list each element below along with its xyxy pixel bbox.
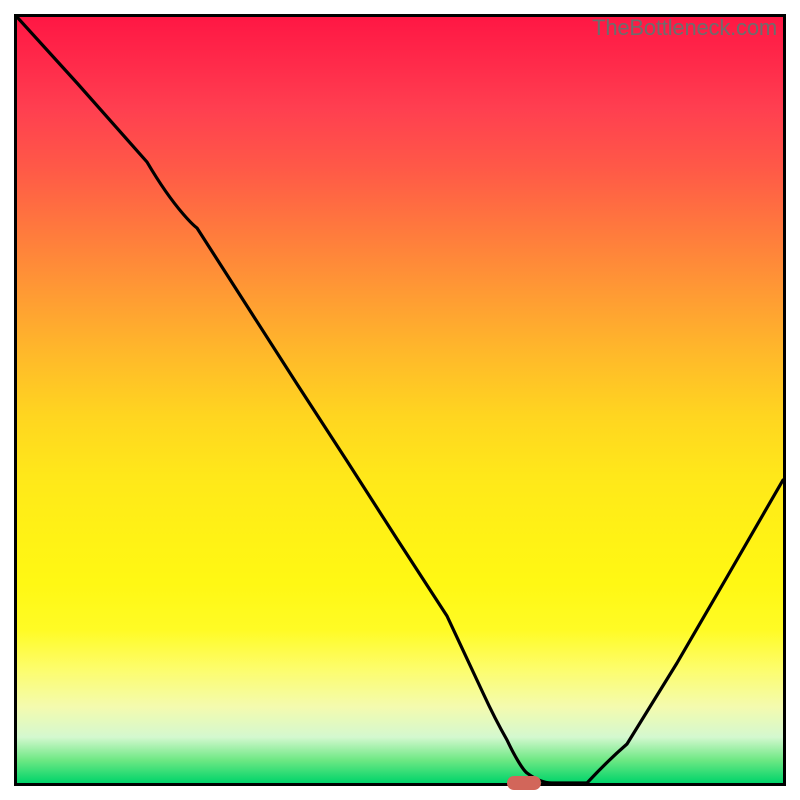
gradient-background <box>17 17 783 783</box>
chart-frame: TheBottleneck.com <box>14 14 786 786</box>
min-marker <box>507 776 541 790</box>
watermark-label: TheBottleneck.com <box>592 15 777 41</box>
